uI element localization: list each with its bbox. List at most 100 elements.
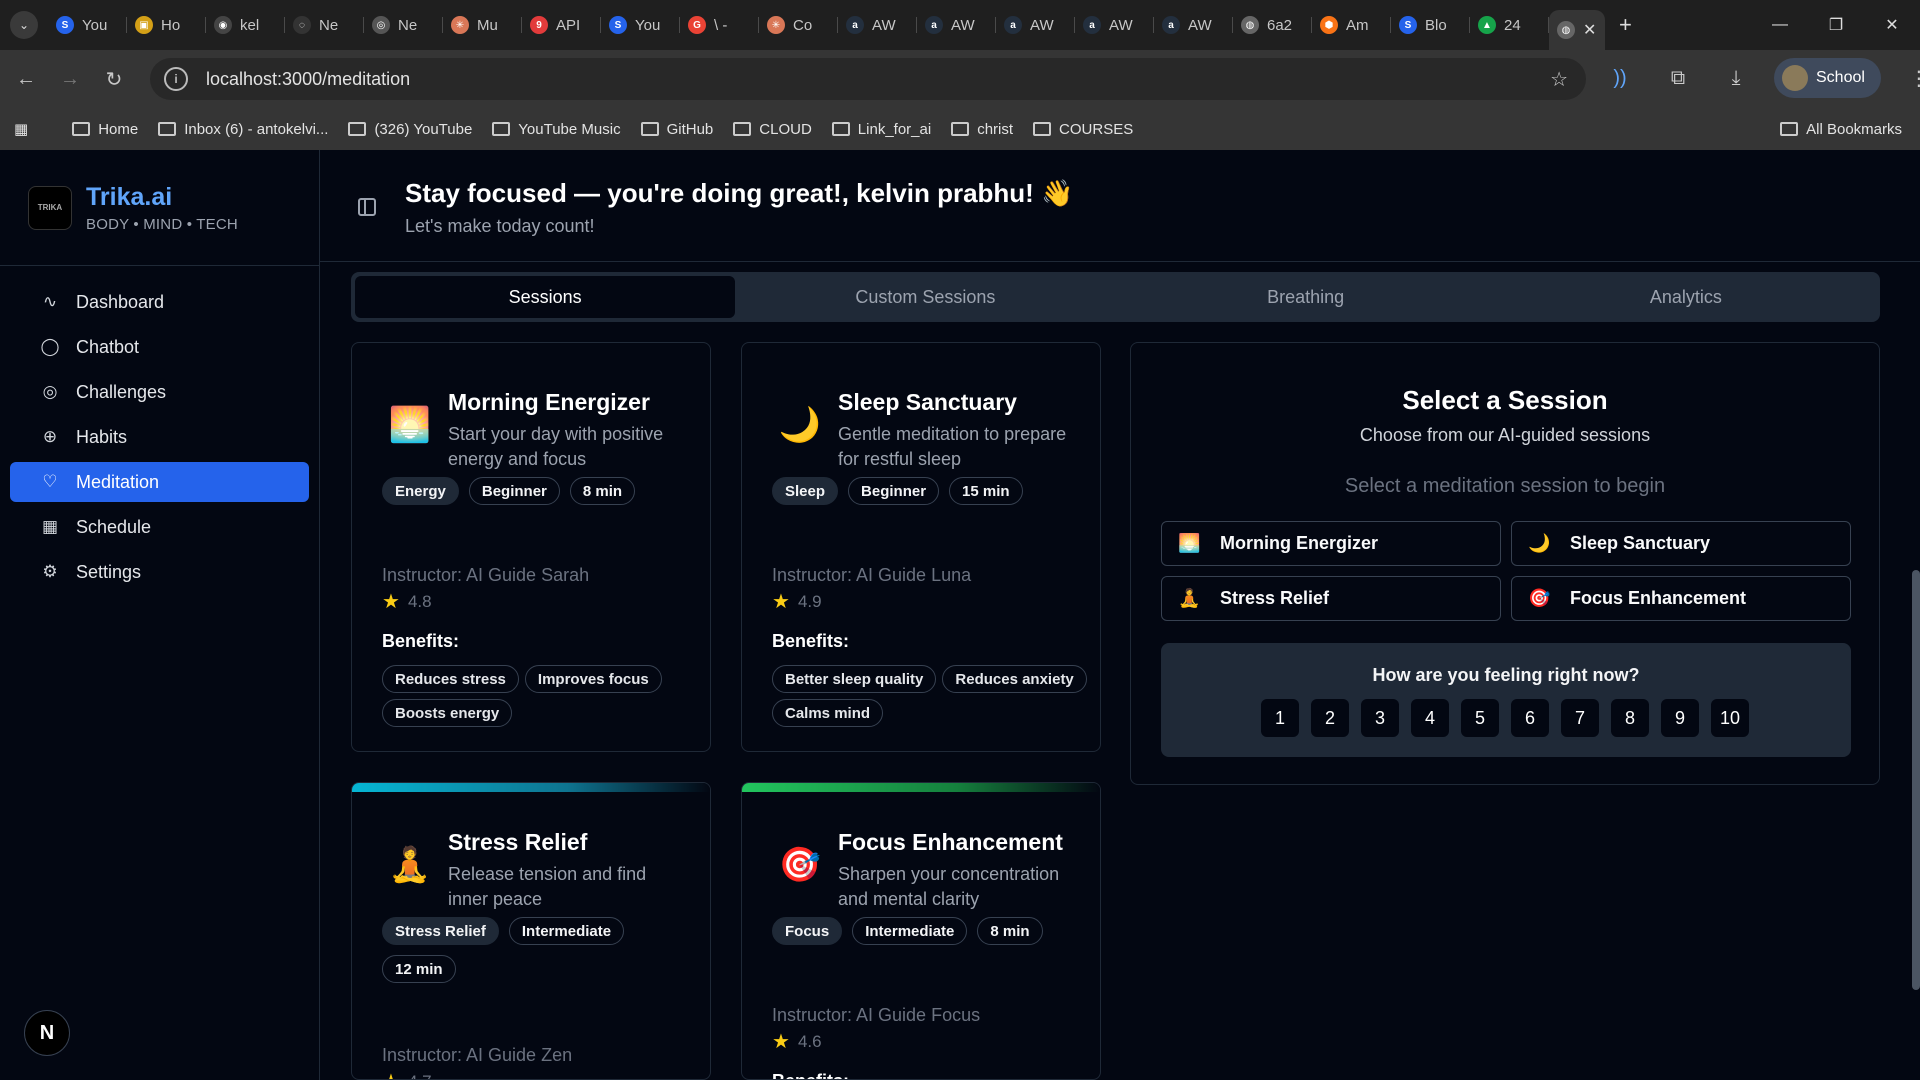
mood-value-button[interactable]: 8 xyxy=(1611,699,1649,737)
back-button[interactable]: ← xyxy=(8,61,44,97)
bookmark-star-icon[interactable]: ☆ xyxy=(1550,67,1568,92)
bookmark-label: Inbox (6) - antokelvi... xyxy=(184,120,329,138)
mood-value-button[interactable]: 5 xyxy=(1461,699,1499,737)
sidebar-toggle-icon[interactable] xyxy=(358,198,376,216)
avatar xyxy=(1782,65,1808,91)
mood-value-button[interactable]: 3 xyxy=(1361,699,1399,737)
browser-tab[interactable]: ▲ 24 xyxy=(1470,7,1549,43)
tab-search-button[interactable]: ⌄ xyxy=(10,11,38,39)
bookmark-item[interactable]: christ xyxy=(951,121,1013,138)
tab-analytics[interactable]: Analytics xyxy=(1496,276,1876,318)
session-card[interactable]: 🧘 Stress Relief Release tension and find i… xyxy=(351,782,711,1080)
browser-tab[interactable]: ◉ kel xyxy=(206,7,285,43)
browser-tab[interactable]: ◍ 6a2 xyxy=(1233,7,1312,43)
sidebar-item-label: Settings xyxy=(76,561,142,582)
profile-button[interactable]: School xyxy=(1774,58,1881,98)
tab-custom-sessions[interactable]: Custom Sessions xyxy=(735,276,1115,318)
sidebar-item-habits[interactable]: ⊕ Habits xyxy=(10,417,309,457)
select-session-button[interactable]: 🧘 Stress Relief xyxy=(1161,576,1501,621)
browser-tab[interactable]: a AW xyxy=(1075,7,1154,43)
next-dev-badge[interactable]: N xyxy=(24,1010,70,1056)
mood-value-button[interactable]: 2 xyxy=(1311,699,1349,737)
session-card[interactable]: 🌙 Sleep Sanctuary Gentle meditation to pre… xyxy=(741,342,1101,752)
browser-tab[interactable]: ▣ Ho xyxy=(127,7,206,43)
download-icon[interactable]: ⤓ xyxy=(1716,58,1756,98)
reload-button[interactable]: ↻ xyxy=(96,61,132,97)
forward-button[interactable]: → xyxy=(52,61,88,97)
browser-tab[interactable]: S Blo xyxy=(1391,7,1470,43)
browser-tab[interactable]: G \ - xyxy=(680,7,759,43)
sidebar-item-dashboard[interactable]: ∿ Dashboard xyxy=(10,282,309,322)
browser-tab[interactable]: ◎ Ne xyxy=(364,7,443,43)
bookmark-item[interactable]: (326) YouTube xyxy=(348,121,472,138)
menu-icon[interactable]: ⋮ xyxy=(1899,58,1920,98)
rating-value: 4.8 xyxy=(407,591,432,611)
close-window-button[interactable]: ✕ xyxy=(1864,0,1920,50)
bookmark-item[interactable]: Inbox (6) - antokelvi... xyxy=(158,121,328,138)
select-session-button[interactable]: 🌙 Sleep Sanctuary xyxy=(1511,521,1851,566)
close-tab-icon[interactable]: ✕ xyxy=(1583,20,1596,40)
mood-value-button[interactable]: 9 xyxy=(1661,699,1699,737)
browser-tab[interactable]: ◌ Ne xyxy=(285,7,364,43)
star-icon: ★ xyxy=(772,1031,790,1053)
apps-icon[interactable]: ▦ xyxy=(14,120,28,138)
mood-value-button[interactable]: 6 xyxy=(1511,699,1549,737)
tab-label: Blo xyxy=(1425,16,1447,34)
browser-tab[interactable]: 9 API xyxy=(522,7,601,43)
browser-tab-active[interactable]: ◍ ✕ xyxy=(1549,10,1605,50)
new-tab-button[interactable]: + xyxy=(1619,12,1632,38)
bookmark-item[interactable]: YouTube Music xyxy=(492,121,621,138)
browser-tab[interactable]: ✳ Co xyxy=(759,7,838,43)
mood-value-button[interactable]: 10 xyxy=(1711,699,1749,737)
select-session-button[interactable]: 🌅 Morning Energizer xyxy=(1161,521,1501,566)
bookmark-item[interactable]: COURSES xyxy=(1033,121,1133,138)
session-card[interactable]: 🎯 Focus Enhancement Sharpen your concentra… xyxy=(741,782,1101,1080)
card-header: 🎯 Focus Enhancement Sharpen your concentra… xyxy=(778,829,1078,912)
tab-label: 24 xyxy=(1504,16,1521,34)
restore-button[interactable]: ❐ xyxy=(1808,0,1864,50)
benefit-tag: Boosts energy xyxy=(382,699,513,727)
session-emoji-icon: 🧘 xyxy=(1178,588,1201,608)
sidebar-item-schedule[interactable]: ▦ Schedule xyxy=(10,507,309,547)
folder-icon xyxy=(1780,122,1799,136)
mood-value-button[interactable]: 4 xyxy=(1411,699,1449,737)
browser-tab[interactable]: S You xyxy=(601,7,680,43)
browser-tab[interactable]: a AW xyxy=(1154,7,1233,43)
address-bar[interactable]: i localhost:3000/meditation ☆ xyxy=(150,58,1586,100)
browser-tab[interactable]: ✳ Mu xyxy=(443,7,522,43)
site-info-icon[interactable]: i xyxy=(164,67,188,91)
brand-name: Trika.ai xyxy=(86,182,173,211)
browser-tab[interactable]: a AW xyxy=(838,7,917,43)
sidebar-nav: ∿ Dashboard ◯ Chatbot ◎ Challenges ⊕ Habits ♡ Med… xyxy=(0,266,319,613)
sidebar-item-settings[interactable]: ⚙ Settings xyxy=(10,552,309,592)
select-session-button[interactable]: 🎯 Focus Enhancement xyxy=(1511,576,1851,621)
bookmark-item[interactable]: CLOUD xyxy=(733,121,812,138)
session-card[interactable]: 🌅 Morning Energizer Start your day with po… xyxy=(351,342,711,752)
browser-tab[interactable]: a AW xyxy=(917,7,996,43)
page-scrollbar[interactable] xyxy=(1912,570,1920,990)
all-bookmarks-button[interactable]: All Bookmarks xyxy=(1780,121,1902,138)
benefits-label: Benefits: xyxy=(772,1071,849,1079)
sidebar-item-label: Habits xyxy=(76,426,128,447)
read-aloud-icon[interactable]: )) xyxy=(1600,58,1640,98)
mood-value-button[interactable]: 1 xyxy=(1261,699,1299,737)
browser-tab[interactable]: ⬢ Am xyxy=(1312,7,1391,43)
bookmark-item[interactable]: Home xyxy=(72,121,138,138)
bookmark-item[interactable]: GitHub xyxy=(640,121,713,138)
select-session-label: Stress Relief xyxy=(1220,588,1330,608)
brand-tagline: BODY • MIND • TECH xyxy=(86,215,238,233)
sidebar-item-chatbot[interactable]: ◯ Chatbot xyxy=(10,327,309,367)
sidebar-item-challenges[interactable]: ◎ Challenges xyxy=(10,372,309,412)
browser-tab[interactable]: a AW xyxy=(996,7,1075,43)
browser-tabs: S You ▣ Ho ◉ kel ◌ Ne ◎ Ne ✳ Mu 9 API S You G \ - ✳ Co a AW a A… xyxy=(48,0,1549,50)
tab-label: You xyxy=(82,16,108,34)
tab-sessions[interactable]: Sessions xyxy=(355,276,736,318)
extensions-icon[interactable]: ⧉ xyxy=(1658,58,1698,98)
benefits-label: Benefits: xyxy=(772,631,850,651)
tab-breathing[interactable]: Breathing xyxy=(1116,276,1496,318)
mood-value-button[interactable]: 7 xyxy=(1561,699,1599,737)
sidebar-item-meditation[interactable]: ♡ Meditation xyxy=(10,462,309,502)
browser-tab[interactable]: S You xyxy=(48,7,127,43)
bookmark-item[interactable]: Link_for_ai xyxy=(831,121,931,138)
minimize-button[interactable]: — xyxy=(1752,0,1808,50)
